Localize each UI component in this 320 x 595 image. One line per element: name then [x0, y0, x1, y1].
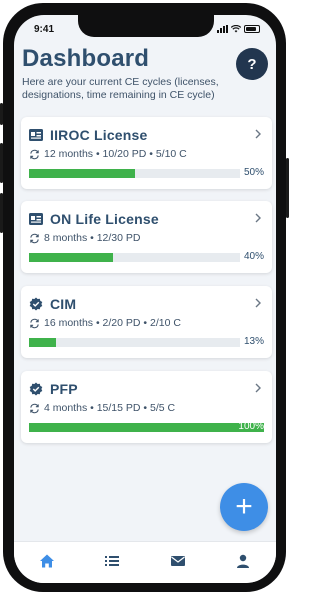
card-meta-text: 8 months • 12/30 PD: [44, 232, 141, 244]
cycle-card-iiroc[interactable]: IIROC License 12 months • 10/20 PD • 5/1…: [21, 117, 272, 189]
volume-up-button: [0, 143, 3, 183]
chevron-right-icon[interactable]: [253, 383, 263, 393]
card-meta-text: 4 months • 15/15 PD • 5/5 C: [44, 402, 176, 414]
progress-label: 13%: [243, 336, 264, 347]
cycle-card-cim[interactable]: CIM 16 months • 2/20 PD • 2/10 C 13%: [21, 286, 272, 358]
status-time: 9:41: [34, 24, 55, 35]
progress-label: 50%: [243, 167, 264, 178]
profile-icon: [237, 554, 250, 568]
cycle-icon: [30, 149, 39, 159]
verified-badge-icon: [29, 382, 43, 396]
tab-home[interactable]: [36, 550, 58, 572]
progress-track: [29, 338, 240, 347]
status-bar: 9:41: [14, 24, 276, 38]
license-icon: [29, 129, 43, 141]
progress-track: [29, 169, 240, 178]
page-header: Dashboard Here are your current CE cycle…: [22, 45, 268, 102]
mute-switch: [0, 103, 3, 125]
card-title: ON Life License: [50, 211, 159, 227]
progress-track: [29, 253, 240, 262]
add-cycle-button[interactable]: +: [220, 483, 268, 531]
status-icons: [217, 25, 260, 33]
progress-bar: [29, 169, 135, 178]
progress-track: [29, 423, 264, 432]
chevron-right-icon[interactable]: [253, 129, 263, 139]
card-meta-text: 16 months • 2/20 PD • 2/10 C: [44, 317, 181, 329]
page-title: Dashboard: [22, 45, 150, 72]
progress-bar: [29, 338, 57, 347]
card-title-row: PFP: [29, 381, 78, 397]
cycle-card-pfp[interactable]: PFP 4 months • 15/15 PD • 5/5 C 100%: [21, 371, 272, 443]
card-meta: 8 months • 12/30 PD: [29, 232, 140, 244]
card-title-row: IIROC License: [29, 127, 148, 143]
cycle-card-on-life[interactable]: ON Life License 8 months • 12/30 PD 40%: [21, 201, 272, 273]
chevron-right-icon[interactable]: [253, 298, 263, 308]
power-button: [286, 158, 289, 218]
help-button[interactable]: ?: [236, 48, 268, 80]
mail-icon: [170, 555, 185, 566]
card-title: CIM: [50, 296, 77, 312]
tab-list[interactable]: [101, 550, 123, 572]
cycle-icon: [30, 403, 39, 413]
cycle-icon: [30, 318, 39, 328]
license-icon: [29, 213, 43, 225]
verified-badge-icon: [29, 297, 43, 311]
card-title: IIROC License: [50, 127, 148, 143]
page-subtitle: Here are your current CE cycles (license…: [22, 76, 219, 101]
card-title-row: ON Life License: [29, 211, 159, 227]
tab-mail[interactable]: [167, 550, 189, 572]
chevron-right-icon[interactable]: [253, 213, 263, 223]
volume-down-button: [0, 193, 3, 233]
wifi-icon: [231, 25, 241, 33]
battery-icon: [244, 25, 260, 33]
progress-label: 40%: [243, 251, 264, 262]
tab-bar: [14, 541, 276, 583]
progress-bar: [29, 423, 264, 432]
card-meta: 16 months • 2/20 PD • 2/10 C: [29, 317, 181, 329]
card-meta: 4 months • 15/15 PD • 5/5 C: [29, 402, 175, 414]
card-title: PFP: [50, 381, 78, 397]
home-icon: [39, 554, 54, 567]
list-icon: [105, 555, 120, 566]
tab-profile[interactable]: [232, 550, 254, 572]
card-meta: 12 months • 10/20 PD • 5/10 C: [29, 148, 187, 160]
screen: 9:41 Dashboard Here are your current CE …: [14, 15, 276, 583]
phone-frame: 9:41 Dashboard Here are your current CE …: [0, 3, 289, 592]
card-title-row: CIM: [29, 296, 76, 312]
cycle-icon: [30, 233, 39, 243]
card-meta-text: 12 months • 10/20 PD • 5/10 C: [44, 148, 187, 160]
progress-label: 100%: [238, 421, 264, 432]
signal-icon: [217, 25, 228, 33]
progress-bar: [29, 253, 114, 262]
